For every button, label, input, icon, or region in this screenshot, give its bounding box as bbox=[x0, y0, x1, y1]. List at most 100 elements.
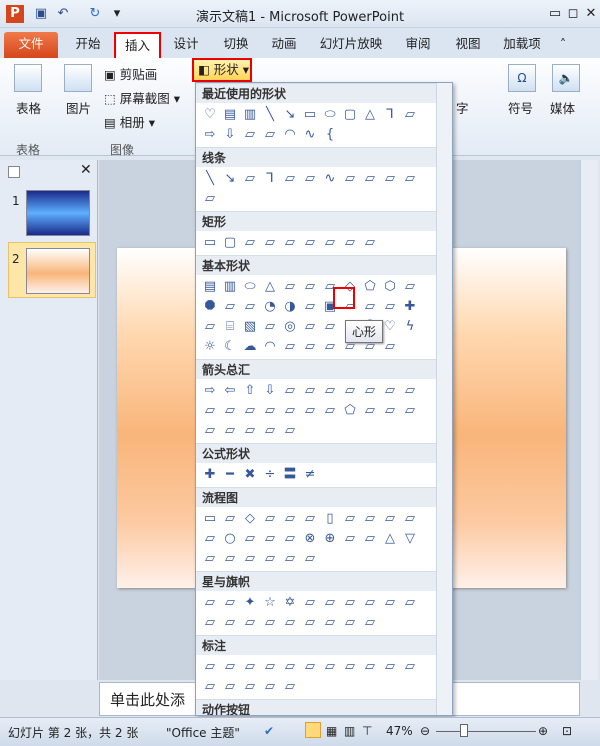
shape-chevron-icon[interactable]: ▱ bbox=[360, 401, 380, 421]
shape-oval-icon[interactable]: ⬭ bbox=[240, 277, 260, 297]
shape-up-icon[interactable]: ⇧ bbox=[240, 381, 260, 401]
shape-leftbracket-icon[interactable]: ▱ bbox=[320, 337, 340, 357]
shape-process-icon[interactable]: ▭ bbox=[200, 509, 220, 529]
shape-line3-icon[interactable]: ▱ bbox=[320, 657, 340, 677]
shape-ribbondown-icon[interactable]: ▱ bbox=[240, 613, 260, 633]
shape-elbow-arrow-icon[interactable]: ▱ bbox=[400, 105, 420, 125]
close-icon[interactable]: ✕ bbox=[582, 5, 600, 23]
shape-parallelogram-icon[interactable]: ▱ bbox=[300, 277, 320, 297]
shape-merge-icon[interactable]: ▽ bbox=[400, 529, 420, 549]
shape-accentborder3-icon[interactable]: ▱ bbox=[280, 677, 300, 697]
shape-bracepair-icon[interactable]: ▱ bbox=[300, 337, 320, 357]
shape-roundrect-icon[interactable]: ▢ bbox=[340, 105, 360, 125]
shape-lshape-icon[interactable]: ▱ bbox=[360, 297, 380, 317]
shape-bracketpair-icon[interactable]: ▱ bbox=[280, 337, 300, 357]
album-button[interactable]: ▤ 相册 ▾ bbox=[104, 112, 155, 131]
shape-heptagon-icon[interactable]: ▱ bbox=[400, 277, 420, 297]
shape-hscroll-icon[interactable]: ▱ bbox=[320, 613, 340, 633]
shape-textbox-icon[interactable]: ▤ bbox=[220, 105, 240, 125]
shape-quad-icon[interactable]: ▱ bbox=[320, 381, 340, 401]
clipart-button[interactable]: ▣ 剪贴画 bbox=[104, 64, 157, 83]
shape-altprocess-icon[interactable]: ▱ bbox=[220, 509, 240, 529]
slide-thumbnail-1[interactable] bbox=[26, 190, 90, 236]
media-button[interactable]: 媒体 bbox=[550, 98, 575, 117]
wordart-label[interactable]: 字 bbox=[456, 98, 469, 117]
shape-right-arrow-icon[interactable]: ⇨ bbox=[200, 125, 220, 145]
shape-curve-arrow-icon[interactable]: ▱ bbox=[340, 169, 360, 189]
shape-nosmoking-icon[interactable]: ▱ bbox=[300, 317, 320, 337]
shape-roundrect-icon[interactable]: ▢ bbox=[220, 233, 240, 253]
shape-leftright-icon[interactable]: ▱ bbox=[280, 381, 300, 401]
zoom-slider[interactable] bbox=[436, 731, 536, 732]
shape-cross-icon[interactable]: ✚ bbox=[400, 297, 420, 317]
zoom-in-icon[interactable]: ⊕ bbox=[538, 724, 548, 738]
shape-curve-icon[interactable]: ∿ bbox=[300, 125, 320, 145]
shape-roundcallout-icon[interactable]: ▱ bbox=[220, 657, 240, 677]
tab-design[interactable]: 设计 bbox=[166, 32, 206, 58]
shape-extract-icon[interactable]: △ bbox=[380, 529, 400, 549]
shape-line1-icon[interactable]: ▱ bbox=[280, 657, 300, 677]
shape-directaccess-icon[interactable]: ▱ bbox=[280, 549, 300, 569]
shape-display-icon[interactable]: ▱ bbox=[300, 549, 320, 569]
shape-snip3-icon[interactable]: ▱ bbox=[280, 233, 300, 253]
shape-line2-icon[interactable]: ▱ bbox=[300, 657, 320, 677]
shape-freeform-icon[interactable]: ▱ bbox=[400, 169, 420, 189]
shape-explosion1-icon[interactable]: ▱ bbox=[200, 593, 220, 613]
shape-rect-icon[interactable]: ▭ bbox=[200, 233, 220, 253]
shape-can-icon[interactable]: ⌸ bbox=[220, 317, 240, 337]
shape-explosion2-icon[interactable]: ▱ bbox=[220, 593, 240, 613]
shape-curve-double-icon[interactable]: ▱ bbox=[360, 169, 380, 189]
shape-round3-icon[interactable]: ▱ bbox=[360, 233, 380, 253]
shape-arc-icon[interactable]: ◠ bbox=[280, 125, 300, 145]
collapse-ribbon-icon[interactable]: ˄ bbox=[556, 32, 570, 58]
shape-vscroll-icon[interactable]: ▱ bbox=[300, 613, 320, 633]
shape-accentborder2-icon[interactable]: ▱ bbox=[260, 677, 280, 697]
shape-rtriangle-icon[interactable]: ▱ bbox=[280, 277, 300, 297]
slideshow-icon[interactable]: ⊤ bbox=[362, 724, 372, 738]
shape-rect-icon[interactable]: ▭ bbox=[300, 105, 320, 125]
shape-arrow-line-icon[interactable]: ↘ bbox=[280, 105, 300, 125]
gallery-scrollbar[interactable] bbox=[436, 83, 452, 715]
shape-star5-icon[interactable]: ☆ bbox=[260, 593, 280, 613]
shape-connector-icon[interactable]: ○ bbox=[220, 529, 240, 549]
shape-curvedup-icon[interactable]: ▱ bbox=[260, 401, 280, 421]
shape-blockarc-icon[interactable]: ▱ bbox=[320, 317, 340, 337]
shape-collate-icon[interactable]: ▱ bbox=[340, 529, 360, 549]
shape-elbow-double-icon[interactable]: ▱ bbox=[300, 169, 320, 189]
shape-cube-icon[interactable]: ▧ bbox=[240, 317, 260, 337]
shape-star7-icon[interactable]: ▱ bbox=[300, 593, 320, 613]
shape-border1-icon[interactable]: ▱ bbox=[400, 657, 420, 677]
shape-updown-icon[interactable]: ▱ bbox=[300, 381, 320, 401]
shape-terminator-icon[interactable]: ▱ bbox=[360, 509, 380, 529]
slides-tab[interactable] bbox=[8, 166, 20, 178]
shape-star4-icon[interactable]: ✦ bbox=[240, 593, 260, 613]
shape-cloudcallout-icon[interactable]: ▱ bbox=[260, 657, 280, 677]
shape-snipround-icon[interactable]: ▱ bbox=[300, 233, 320, 253]
shape-down-arrow-icon[interactable]: ⇩ bbox=[220, 125, 240, 145]
shape-quadcallout-icon[interactable]: ▱ bbox=[260, 421, 280, 441]
reading-view-icon[interactable]: ▥ bbox=[344, 724, 355, 738]
tab-view[interactable]: 视图 bbox=[448, 32, 488, 58]
tab-home[interactable]: 开始 bbox=[66, 32, 110, 58]
shape-triangle-icon[interactable]: △ bbox=[360, 105, 380, 125]
shape-curve-icon[interactable]: ∿ bbox=[320, 169, 340, 189]
shape-arc-icon[interactable]: ◠ bbox=[260, 337, 280, 357]
shape-snip1-icon[interactable]: ▱ bbox=[240, 233, 260, 253]
shape-internal-icon[interactable]: ▱ bbox=[300, 509, 320, 529]
shape-textbox-icon[interactable]: ▤ bbox=[200, 277, 220, 297]
minimize-icon[interactable]: ▭ bbox=[546, 5, 564, 23]
shape-striped-icon[interactable]: ▱ bbox=[300, 401, 320, 421]
shape-star24-icon[interactable]: ▱ bbox=[400, 593, 420, 613]
picture-button[interactable]: 图片 bbox=[66, 98, 91, 117]
shape-decision-icon[interactable]: ◇ bbox=[240, 509, 260, 529]
shape-teardrop-icon[interactable]: ▱ bbox=[300, 297, 320, 317]
shape-sun-icon[interactable]: ☼ bbox=[200, 337, 220, 357]
shape-elbow-arrow-icon[interactable]: ▱ bbox=[280, 169, 300, 189]
shape-accent2-icon[interactable]: ▱ bbox=[360, 657, 380, 677]
shape-data-icon[interactable]: ▱ bbox=[260, 509, 280, 529]
shape-star12-icon[interactable]: ▱ bbox=[360, 593, 380, 613]
shape-multidoc-icon[interactable]: ▱ bbox=[340, 509, 360, 529]
tab-addins[interactable]: 加载项 bbox=[498, 32, 546, 58]
zoom-out-icon[interactable]: ⊖ bbox=[420, 724, 430, 738]
shape-notequal-icon[interactable]: ≠ bbox=[300, 465, 320, 485]
